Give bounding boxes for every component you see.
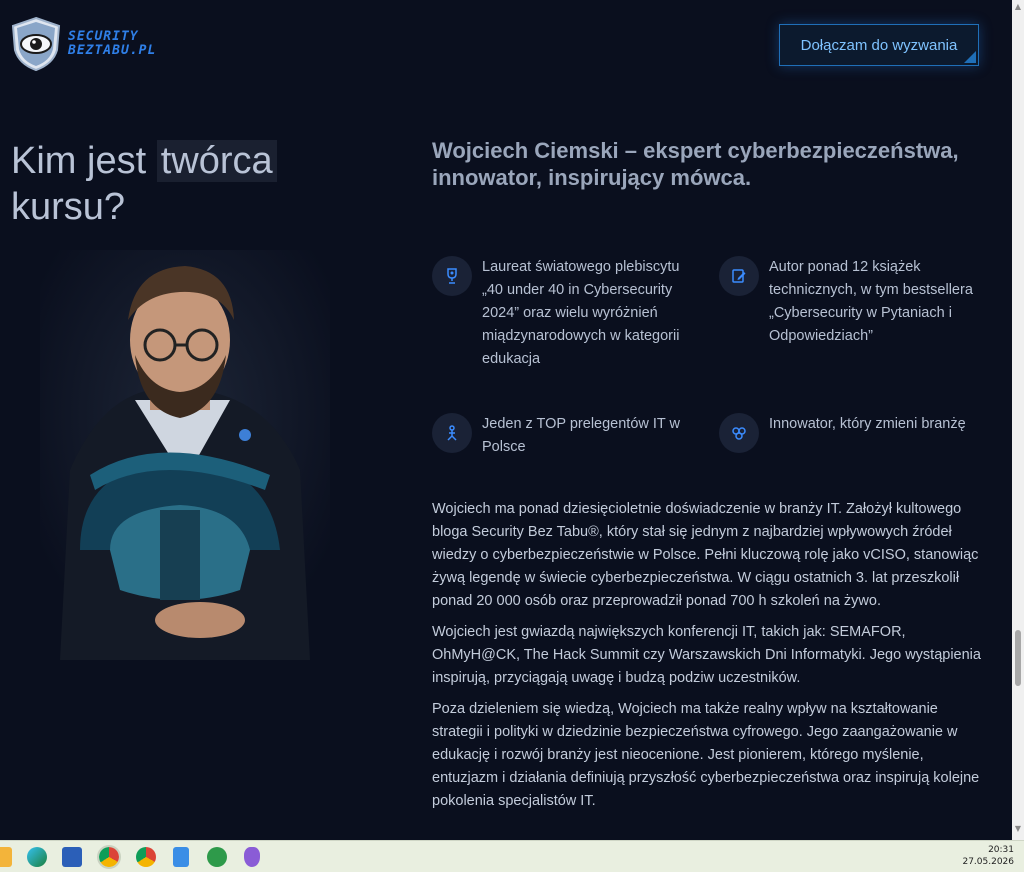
page-title: Kim jest twórca kursu?: [11, 138, 311, 230]
book-edit-icon: [719, 256, 759, 296]
scroll-up-icon[interactable]: ▲: [1012, 0, 1024, 14]
join-challenge-button[interactable]: Dołączam do wyzwania: [779, 24, 979, 66]
title-highlight: twórca: [156, 140, 277, 182]
system-clock[interactable]: 20:31 27.05.2026: [962, 844, 1014, 868]
logo-wordmark: SECURITY BEZTABU.PL: [68, 30, 156, 58]
bio-paragraph: Poza dzieleniem się wiedzą, Wojciech ma …: [432, 701, 980, 809]
feature-speaker: Jeden z TOP prelegentów IT w Polsce: [432, 413, 682, 459]
author-portrait: [40, 250, 330, 660]
innovation-icon: [719, 413, 759, 453]
feature-text: Laureat światowego plebiscytu „40 under …: [482, 259, 680, 367]
scroll-down-icon[interactable]: ▼: [1012, 822, 1024, 836]
title-part1: Kim jest: [11, 140, 157, 182]
join-challenge-label: Dołączam do wyzwania: [800, 36, 958, 54]
app-icon[interactable]: [207, 847, 227, 867]
chrome-profile-icon[interactable]: [136, 847, 156, 867]
page: SECURITY BEZTABU.PL Dołączam do wyzwania…: [0, 0, 1012, 836]
word-icon[interactable]: [62, 847, 82, 867]
feature-text: Innowator, który zmieni branżę: [769, 416, 966, 432]
feature-author: Autor ponad 12 książek technicznych, w t…: [719, 256, 994, 348]
file-explorer-icon[interactable]: [0, 847, 12, 867]
bio-paragraph: Wojciech jest gwiazdą największych konfe…: [432, 624, 981, 686]
taskbar: 20:31 27.05.2026: [0, 840, 1024, 872]
title-part2: kursu?: [11, 186, 126, 228]
clock-date: 27.05.2026: [962, 857, 1014, 867]
logo-line2: BEZTABU.PL: [68, 43, 157, 58]
feature-innovator: Innowator, który zmieni branżę: [719, 413, 994, 453]
feature-text: Autor ponad 12 książek technicznych, w t…: [769, 259, 973, 344]
shield-eye-icon: [10, 16, 62, 72]
author-bio: Wojciech ma ponad dziesięcioletnie doświ…: [432, 498, 984, 821]
notepad-icon[interactable]: [173, 847, 189, 867]
author-subheading: Wojciech Ciemski – ekspert cyberbezpiecz…: [432, 138, 959, 190]
logo-line1: SECURITY: [68, 29, 139, 44]
bio-paragraph: Wojciech ma ponad dziesięcioletnie doświ…: [432, 501, 979, 609]
scroll-thumb[interactable]: [1015, 630, 1021, 686]
speaker-icon: [432, 413, 472, 453]
chrome-icon[interactable]: [97, 845, 121, 869]
corner-accent-icon: [964, 51, 976, 63]
feature-text: Jeden z TOP prelegentów IT w Polsce: [482, 416, 681, 455]
vertical-scrollbar[interactable]: ▲ ▼: [1012, 0, 1024, 840]
clock-time: 20:31: [988, 845, 1014, 855]
edge-icon[interactable]: [27, 847, 47, 867]
app-purple-icon[interactable]: [244, 847, 260, 867]
feature-award: Laureat światowego plebiscytu „40 under …: [432, 256, 682, 371]
trophy-icon: [432, 256, 472, 296]
site-logo[interactable]: SECURITY BEZTABU.PL: [10, 16, 156, 72]
